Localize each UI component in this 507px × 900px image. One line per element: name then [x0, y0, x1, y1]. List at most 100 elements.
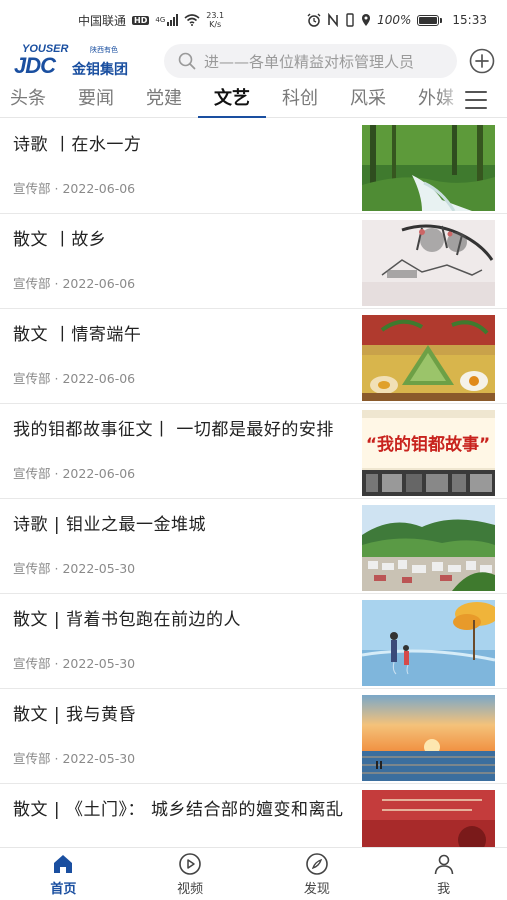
- article-source: 宣传部: [13, 656, 51, 671]
- nav-item-2[interactable]: 发现: [254, 848, 381, 900]
- article-text: 散文 | 背着书包跑在前边的人 宣传部 · 2022-05-30: [13, 600, 362, 688]
- alarm-icon: [307, 13, 321, 27]
- article-thumbnail: “我的钼都故事”: [362, 410, 495, 496]
- article-date: 2022-05-30: [62, 656, 136, 671]
- meta-separator: ·: [54, 561, 59, 576]
- logo-brand-sub: 陕西有色: [90, 46, 118, 54]
- meta-separator: ·: [54, 751, 59, 766]
- network-speed: 23.1 K/s: [206, 11, 224, 29]
- search-placeholder: 进——各单位精益对标管理人员: [204, 52, 415, 71]
- tab-0[interactable]: 头条: [0, 82, 62, 118]
- article-item[interactable]: 我的钼都故事征文丨 一切都是最好的安排 宣传部 · 2022-06-06 “我的…: [0, 404, 507, 499]
- article-item[interactable]: 散文 | 《土门》： 城乡结合部的嬗变和离乱: [0, 784, 507, 847]
- company-logo[interactable]: YOUSER 陕西有色 JDC 金钼集团: [12, 41, 160, 81]
- hd-badge: HD: [132, 15, 150, 25]
- signal-icon: [167, 14, 179, 26]
- article-meta: 宣传部 · 2022-05-30: [13, 653, 352, 672]
- article-title: 诗歌 | 钼业之最一金堆城: [13, 515, 207, 535]
- tab-4[interactable]: 科创: [266, 82, 334, 118]
- article-title: 诗歌 丨在水一方: [13, 135, 142, 155]
- article-item[interactable]: 诗歌 | 钼业之最一金堆城 宣传部 · 2022-05-30: [0, 499, 507, 594]
- article-source: 宣传部: [13, 371, 51, 386]
- article-text: 我的钼都故事征文丨 一切都是最好的安排 宣传部 · 2022-06-06: [13, 410, 362, 498]
- nav-item-1[interactable]: 视频: [127, 848, 254, 900]
- search-bar[interactable]: 进——各单位精益对标管理人员: [164, 44, 457, 78]
- article-meta: 宣传部 · 2022-06-06: [13, 273, 352, 292]
- nav-label: 首页: [50, 881, 77, 897]
- nav-label: 发现: [303, 881, 330, 897]
- home-icon: [51, 852, 75, 876]
- channel-menu-icon[interactable]: [465, 91, 487, 109]
- article-text: 诗歌 丨在水一方 宣传部 · 2022-06-06: [13, 125, 362, 213]
- tab-5[interactable]: 风采: [334, 82, 402, 118]
- article-text: 散文 丨故乡 宣传部 · 2022-06-06: [13, 220, 362, 308]
- battery-percent: 100%: [377, 13, 412, 27]
- article-meta: 宣传部 · 2022-06-06: [13, 463, 352, 482]
- status-left: 中国联通 HD 4G 23.1 K/s: [78, 11, 224, 29]
- battery-icon: [417, 14, 443, 26]
- article-item[interactable]: 散文 | 背着书包跑在前边的人 宣传部 · 2022-05-30: [0, 594, 507, 689]
- article-title: 散文 丨情寄端午: [13, 325, 142, 345]
- carrier-name: 中国联通: [78, 13, 127, 28]
- article-meta: 宣传部 · 2022-06-06: [13, 178, 352, 197]
- article-text: 散文 | 我与黄昏 宣传部 · 2022-05-30: [13, 695, 362, 783]
- wifi-icon: [184, 14, 200, 26]
- article-title: 散文 丨故乡: [13, 230, 107, 250]
- article-text: 散文 | 《土门》： 城乡结合部的嬗变和离乱: [13, 790, 362, 847]
- compass-icon: [305, 852, 329, 876]
- article-meta: 宣传部 · 2022-05-30: [13, 558, 352, 577]
- play-icon: [178, 852, 202, 876]
- article-thumbnail: [362, 125, 495, 211]
- article-title: 散文 | 《土门》： 城乡结合部的嬗变和离乱: [13, 800, 344, 820]
- article-source: 宣传部: [13, 466, 51, 481]
- meta-separator: ·: [54, 181, 59, 196]
- nav-item-0[interactable]: 首页: [0, 848, 127, 900]
- article-item[interactable]: 散文 丨情寄端午 宣传部 · 2022-06-06: [0, 309, 507, 404]
- nav-label: 视频: [177, 881, 204, 897]
- nfc-icon: [328, 13, 338, 27]
- article-meta: 宣传部 · 2022-05-30: [13, 748, 352, 767]
- article-date: 2022-05-30: [62, 561, 136, 576]
- article-thumbnail: [362, 695, 495, 781]
- status-bar: 中国联通 HD 4G 23.1 K/s 100% 15:33: [0, 0, 507, 40]
- channel-tabs: 头条 要闻 党建 文艺 科创 风采 外媒: [0, 82, 507, 118]
- article-date: 2022-05-30: [62, 751, 136, 766]
- location-icon: [362, 14, 371, 26]
- article-source: 宣传部: [13, 276, 51, 291]
- article-source: 宣传部: [13, 561, 51, 576]
- tab-track: 头条 要闻 党建 文艺 科创 风采 外媒: [0, 82, 470, 118]
- article-date: 2022-06-06: [62, 276, 136, 291]
- article-item[interactable]: 诗歌 丨在水一方 宣传部 · 2022-06-06: [0, 119, 507, 214]
- article-meta: 宣传部 · 2022-06-06: [13, 368, 352, 387]
- add-icon[interactable]: [469, 48, 495, 74]
- logo-company-name: 金钼集团: [72, 62, 128, 78]
- article-thumbnail: [362, 315, 495, 401]
- logo-abbr: JDC: [14, 53, 56, 78]
- article-date: 2022-06-06: [62, 371, 136, 386]
- article-date: 2022-06-06: [62, 466, 136, 481]
- tab-1[interactable]: 要闻: [62, 82, 130, 118]
- tab-3[interactable]: 文艺: [198, 82, 266, 118]
- nav-item-3[interactable]: 我: [380, 848, 507, 900]
- app-header: YOUSER 陕西有色 JDC 金钼集团 进——各单位精益对标管理人员: [0, 40, 507, 82]
- user-icon: [432, 852, 456, 876]
- article-list: 诗歌 丨在水一方 宣传部 · 2022-06-06 散文 丨故乡 宣传部 · 2…: [0, 119, 507, 847]
- bottom-nav: 首页 视频 发现 我: [0, 847, 507, 900]
- meta-separator: ·: [54, 371, 59, 386]
- article-thumbnail: [362, 600, 495, 686]
- network-type: 4G: [155, 16, 166, 24]
- speed-value: 23.1: [206, 11, 225, 20]
- tab-2[interactable]: 党建: [130, 82, 198, 118]
- article-item[interactable]: 散文 | 我与黄昏 宣传部 · 2022-05-30: [0, 689, 507, 784]
- meta-separator: ·: [54, 276, 59, 291]
- meta-separator: ·: [54, 656, 59, 671]
- article-item[interactable]: 散文 丨故乡 宣传部 · 2022-06-06: [0, 214, 507, 309]
- article-text: 诗歌 | 钼业之最一金堆城 宣传部 · 2022-05-30: [13, 505, 362, 593]
- status-right: 100% 15:33: [307, 13, 487, 27]
- article-source: 宣传部: [13, 181, 51, 196]
- article-title: 散文 | 背着书包跑在前边的人: [13, 610, 242, 630]
- article-date: 2022-06-06: [62, 181, 136, 196]
- speed-unit: K/s: [209, 20, 222, 29]
- vibrate-icon: [346, 13, 354, 27]
- article-source: 宣传部: [13, 751, 51, 766]
